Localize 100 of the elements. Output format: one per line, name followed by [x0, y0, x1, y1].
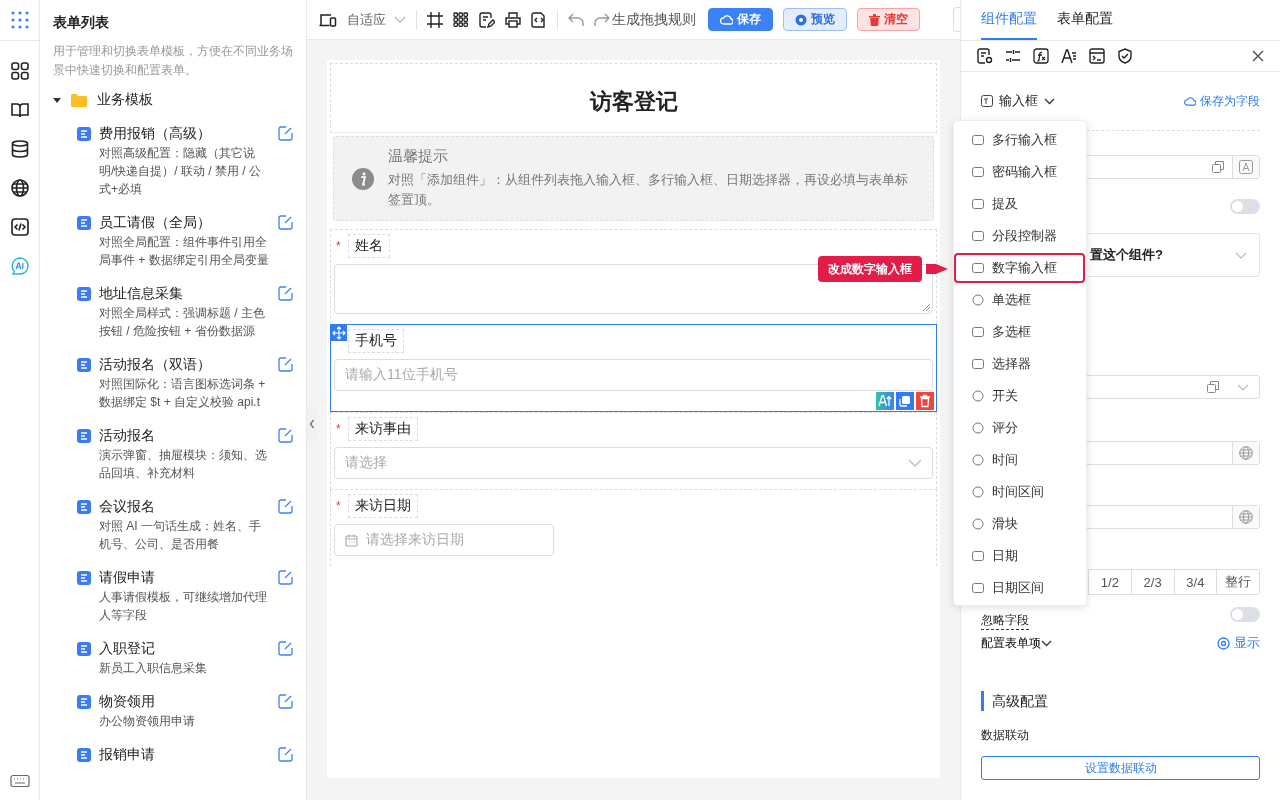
file-code-icon[interactable] [531, 11, 547, 28]
sliders-icon[interactable] [1005, 48, 1021, 64]
edit-icon[interactable] [278, 428, 293, 443]
selected-field-frame[interactable]: 手机号 请输入11位手机号 [330, 324, 937, 412]
menu-item[interactable]: 数字输入框 [954, 253, 1085, 283]
template-title[interactable]: 会议报名 [99, 496, 270, 516]
edit-icon[interactable] [278, 499, 293, 514]
form-settings-icon[interactable] [977, 48, 993, 64]
menu-item[interactable]: 提及 [954, 189, 1085, 219]
function-icon[interactable] [1033, 48, 1049, 64]
menu-item[interactable]: 日期 [954, 541, 1085, 571]
grid-icon[interactable] [9, 61, 30, 81]
edit-icon[interactable] [278, 286, 293, 301]
edit-icon[interactable] [278, 357, 293, 372]
move-handle-icon[interactable] [331, 325, 347, 341]
globe-icon[interactable] [9, 178, 30, 198]
code-icon[interactable] [9, 217, 30, 237]
edit-icon[interactable] [278, 747, 293, 762]
document-icon [77, 127, 91, 141]
copy-icon[interactable] [1207, 381, 1219, 393]
save-as-field-link[interactable]: 保存为字段 [1184, 92, 1260, 110]
edit-icon[interactable] [278, 570, 293, 585]
menu-item[interactable]: 日期区间 [954, 573, 1085, 603]
ignore-field-label: 忽略字段 [981, 612, 1029, 630]
document-icon [77, 358, 91, 372]
menu-item[interactable]: 评分 [954, 413, 1085, 443]
apps-grid-icon[interactable] [9, 10, 30, 30]
menu-item[interactable]: 多选框 [954, 317, 1085, 347]
document-icon [77, 642, 91, 656]
undo-icon[interactable] [568, 12, 584, 27]
resize-grip-icon[interactable] [922, 303, 930, 311]
redo-icon[interactable] [594, 12, 610, 27]
field-frame[interactable]: * 来访日期 请选择来访日期 [330, 489, 937, 566]
width-option[interactable]: 整行 [1216, 570, 1259, 594]
toggle-switch[interactable] [1230, 198, 1260, 214]
field-label: 姓名 [348, 234, 390, 258]
template-title[interactable]: 物资领用 [99, 691, 270, 711]
square-icon [972, 262, 984, 274]
preview-button[interactable]: 预览 [783, 8, 847, 31]
template-title[interactable]: 费用报销（高级） [99, 123, 270, 143]
chevron-down-icon [1235, 251, 1247, 259]
shield-icon[interactable] [1117, 48, 1133, 64]
keyboard-icon[interactable] [9, 774, 30, 788]
print-icon[interactable] [505, 11, 521, 28]
callout-arrow-icon [926, 261, 948, 277]
clear-button[interactable]: 清空 [857, 8, 920, 31]
template-title[interactable]: 活动报名（双语） [99, 354, 270, 374]
config-tab[interactable]: 表单配置 [1057, 0, 1113, 40]
delete-icon[interactable] [916, 392, 934, 410]
database-icon[interactable] [9, 139, 30, 159]
document-icon [77, 571, 91, 585]
menu-item[interactable]: 滑块 [954, 509, 1085, 539]
edit-icon[interactable] [278, 126, 293, 141]
device-select[interactable]: 自适应 [347, 10, 406, 29]
component-type-select[interactable]: 输入框 [981, 92, 1055, 110]
collapse-title: 置这个组件? [1090, 246, 1163, 264]
template-title[interactable]: 活动报名 [99, 425, 270, 445]
field-frame[interactable]: * 来访事由 请选择 [330, 412, 937, 489]
edit-icon[interactable] [278, 641, 293, 656]
template-title[interactable]: 请假申请 [99, 567, 270, 587]
template-title[interactable]: 地址信息采集 [99, 283, 270, 303]
template-title[interactable]: 报销申请 [99, 744, 270, 764]
terminal-icon[interactable] [1089, 48, 1105, 64]
circle-icon [972, 454, 984, 466]
menu-item[interactable]: 时间区间 [954, 477, 1085, 507]
edit-form-icon[interactable] [479, 11, 495, 28]
drag-rule-button[interactable]: 生成拖拽规则 [612, 10, 696, 29]
text-format-icon[interactable] [1239, 160, 1253, 174]
template-description: 对照全局样式：强调标题 / 主色按钮 / 危险按钮 + 省份数据源 [99, 305, 266, 340]
menu-item[interactable]: 密码输入框 [954, 157, 1085, 187]
book-icon[interactable] [9, 100, 30, 120]
caret-icon[interactable] [53, 96, 61, 104]
square-icon [972, 166, 984, 178]
crop-icon[interactable] [427, 11, 443, 28]
device-icon[interactable] [319, 11, 337, 28]
template-title[interactable]: 入职登记 [99, 638, 270, 658]
document-icon [77, 287, 91, 301]
copy-icon[interactable] [1212, 161, 1224, 173]
menu-item[interactable]: 开关 [954, 381, 1085, 411]
visibility-link[interactable]: 显示 [1217, 634, 1260, 652]
edit-icon[interactable] [278, 215, 293, 230]
set-linkage-button[interactable]: 设置数据联动 [981, 756, 1260, 780]
menu-item[interactable]: 选择器 [954, 349, 1085, 379]
config-tab[interactable]: 组件配置 [981, 0, 1037, 40]
copy-icon[interactable] [896, 392, 914, 410]
menu-item[interactable]: 单选框 [954, 285, 1085, 315]
save-button[interactable]: 保存 [708, 8, 773, 31]
close-icon[interactable] [1252, 50, 1264, 62]
menu-item[interactable]: 多行输入框 [954, 125, 1085, 155]
template-title[interactable]: 员工请假（全局） [99, 212, 270, 232]
form-items-dropdown[interactable]: 配置表单项 [981, 634, 1052, 652]
ai-tool-icon[interactable] [876, 392, 894, 410]
ai-icon[interactable] [9, 256, 30, 276]
grid-icon[interactable] [453, 11, 469, 28]
toggle-switch[interactable] [1230, 606, 1260, 622]
cloud-icon [1184, 96, 1196, 106]
menu-item[interactable]: 时间 [954, 445, 1085, 475]
folder-label[interactable]: 业务模板 [97, 91, 153, 109]
text-style-icon[interactable] [1061, 48, 1077, 64]
edit-icon[interactable] [278, 694, 293, 709]
